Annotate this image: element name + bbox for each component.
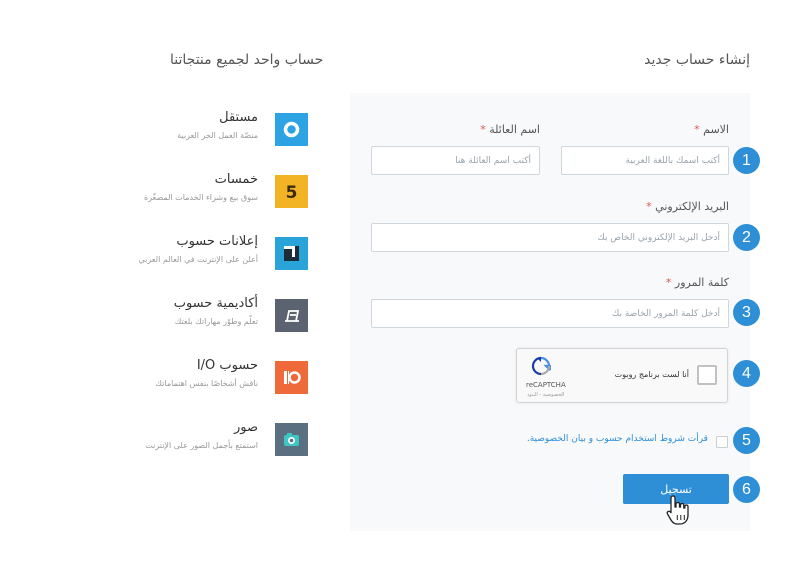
step-badge-5: 5: [733, 427, 760, 454]
last-name-label: اسم العائلة *: [480, 123, 540, 136]
recaptcha-widget: أنا لست برنامج روبوت reCAPTCHA الخصوصية …: [516, 348, 728, 403]
product-desc: سوق بيع وشراء الخدمات المصغّرة: [143, 193, 258, 202]
product-io[interactable]: حسوب I/O ناقش أشخاصًا بنفس اهتماماتك: [130, 358, 310, 398]
recaptcha-logo-icon: [531, 356, 551, 376]
first-name-placeholder: أكتب اسمك باللغة العربية: [625, 155, 720, 166]
last-name-input[interactable]: أكتب اسم العائلة هنا: [371, 146, 540, 175]
products-title: حساب واحد لجميع منتجاتنا: [170, 52, 324, 68]
recaptcha-links[interactable]: الخصوصية - البنود: [527, 392, 564, 398]
email-input[interactable]: أدخل البريد الإلكتروني الخاص بك: [371, 223, 729, 252]
product-name: أكاديمية حسوب: [173, 296, 258, 311]
sowar-icon: [275, 423, 308, 456]
password-placeholder: أدخل كلمة المرور الخاصة بك: [611, 308, 720, 319]
terms-link[interactable]: قرأت شروط استخدام حسوب و بيان الخصوصية.: [527, 434, 708, 444]
hand-cursor-icon: [666, 495, 689, 525]
product-desc: ناقش أشخاصًا بنفس اهتماماتك: [155, 379, 258, 388]
step-badge-1: 1: [733, 147, 760, 174]
email-label: البريد الإلكتروني *: [646, 200, 729, 213]
mostaql-icon: [275, 113, 308, 146]
product-sowar[interactable]: صور استمتع بأجمل الصور على الإنترنت: [130, 420, 310, 460]
ads-icon: [275, 237, 308, 270]
product-desc: استمتع بأجمل الصور على الإنترنت: [145, 441, 258, 450]
recaptcha-checkbox[interactable]: [697, 365, 717, 385]
first-name-input[interactable]: أكتب اسمك باللغة العربية: [561, 146, 729, 175]
academy-icon: [275, 299, 308, 332]
product-khamsat[interactable]: 5 خمسات سوق بيع وشراء الخدمات المصغّرة: [130, 172, 310, 212]
recaptcha-brand: reCAPTCHA: [526, 381, 566, 389]
product-name: صور: [233, 420, 258, 435]
product-academy[interactable]: أكاديمية حسوب تعلّم وطوّر مهاراتك بلغتك: [130, 296, 310, 336]
recaptcha-label: أنا لست برنامج روبوت: [614, 370, 689, 379]
product-desc: أعلن على الإنترنت في العالم العربي: [138, 255, 259, 264]
step-badge-4: 4: [733, 360, 760, 387]
product-name: إعلانات حسوب: [176, 234, 258, 249]
io-icon: [275, 361, 308, 394]
product-name: مستقل: [219, 110, 258, 125]
khamsat-icon: 5: [275, 175, 308, 208]
step-badge-6: 6: [733, 476, 760, 503]
password-label: كلمة المرور *: [665, 276, 729, 289]
step-badge-2: 2: [733, 224, 760, 251]
product-name: حسوب I/O: [196, 358, 258, 373]
product-desc: منصّة العمل الحر العربية: [177, 131, 258, 140]
product-ads[interactable]: إعلانات حسوب أعلن على الإنترنت في العالم…: [130, 234, 310, 274]
first-name-label: الاسم *: [694, 123, 729, 136]
step-badge-3: 3: [733, 299, 760, 326]
terms-checkbox[interactable]: [716, 436, 728, 448]
product-mostaql[interactable]: مستقل منصّة العمل الحر العربية: [130, 110, 310, 150]
product-name: خمسات: [214, 172, 258, 187]
svg-text:5: 5: [286, 183, 298, 203]
page-title: إنشاء حساب جديد: [644, 52, 750, 68]
email-placeholder: أدخل البريد الإلكتروني الخاص بك: [597, 232, 720, 243]
last-name-placeholder: أكتب اسم العائلة هنا: [455, 155, 531, 166]
product-desc: تعلّم وطوّر مهاراتك بلغتك: [174, 317, 258, 326]
password-input[interactable]: أدخل كلمة المرور الخاصة بك: [371, 299, 729, 328]
